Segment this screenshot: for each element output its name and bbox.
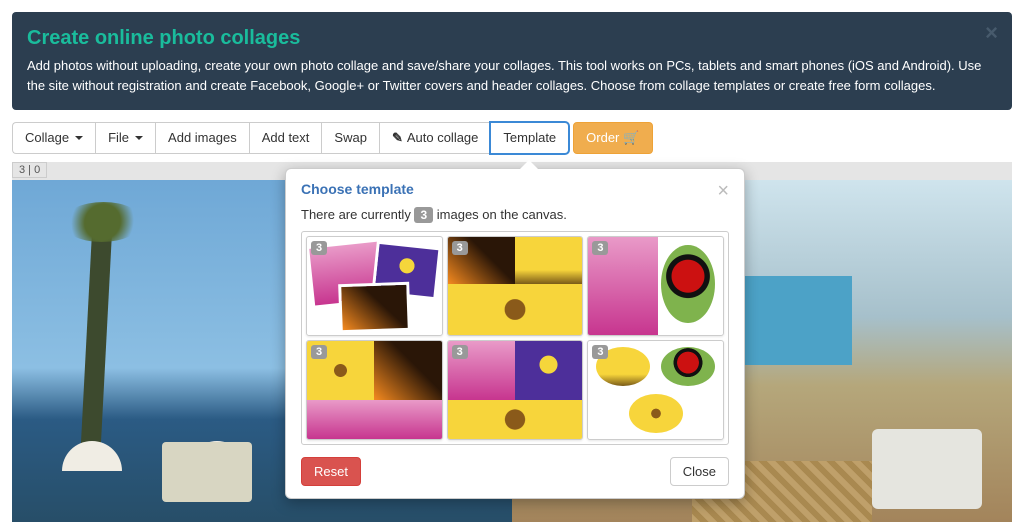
cart-icon: 🛒	[623, 129, 639, 147]
caret-down-icon	[75, 136, 83, 140]
file-dropdown[interactable]: File	[95, 122, 155, 154]
file-label: File	[108, 129, 129, 147]
collage-dropdown[interactable]: Collage	[12, 122, 95, 154]
banner-body: Add photos without uploading, create you…	[27, 56, 997, 95]
templates-grid: 3 3 3 3 3 3	[301, 231, 729, 445]
template-badge: 3	[311, 241, 327, 255]
template-button[interactable]: Template	[490, 122, 569, 154]
template-option-2[interactable]: 3	[447, 236, 584, 336]
modal-close-icon[interactable]: ×	[717, 181, 729, 201]
template-option-6[interactable]: 3	[587, 340, 724, 440]
modal-title: Choose template	[301, 181, 414, 197]
close-button[interactable]: Close	[670, 457, 729, 486]
template-option-3[interactable]: 3	[587, 236, 724, 336]
collage-label: Collage	[25, 129, 69, 147]
template-modal: Choose template × There are currently 3 …	[285, 168, 745, 499]
template-badge: 3	[311, 345, 327, 359]
info-banner: × Create online photo collages Add photo…	[12, 12, 1012, 110]
toolbar: Collage File Add images Add text Swap ✎ …	[12, 122, 1012, 154]
add-images-button[interactable]: Add images	[155, 122, 249, 154]
canvas-counter: 3 | 0	[12, 162, 47, 178]
add-text-button[interactable]: Add text	[249, 122, 322, 154]
order-label: Order	[586, 129, 619, 147]
reset-button[interactable]: Reset	[301, 457, 361, 486]
template-option-5[interactable]: 3	[447, 340, 584, 440]
order-button[interactable]: Order 🛒	[573, 122, 652, 154]
swap-button[interactable]: Swap	[321, 122, 379, 154]
modal-subtitle: There are currently 3 images on the canv…	[286, 207, 744, 231]
wand-icon: ✎	[392, 129, 403, 147]
auto-collage-button[interactable]: ✎ Auto collage	[379, 122, 490, 154]
auto-collage-label: Auto collage	[407, 129, 479, 147]
template-badge: 3	[592, 345, 608, 359]
template-badge: 3	[452, 345, 468, 359]
image-count-badge: 3	[414, 207, 433, 223]
banner-title: Create online photo collages	[27, 27, 997, 50]
template-badge: 3	[592, 241, 608, 255]
template-option-1[interactable]: 3	[306, 236, 443, 336]
caret-down-icon	[135, 136, 143, 140]
template-option-4[interactable]: 3	[306, 340, 443, 440]
banner-close-icon[interactable]: ×	[985, 20, 998, 46]
template-badge: 3	[452, 241, 468, 255]
